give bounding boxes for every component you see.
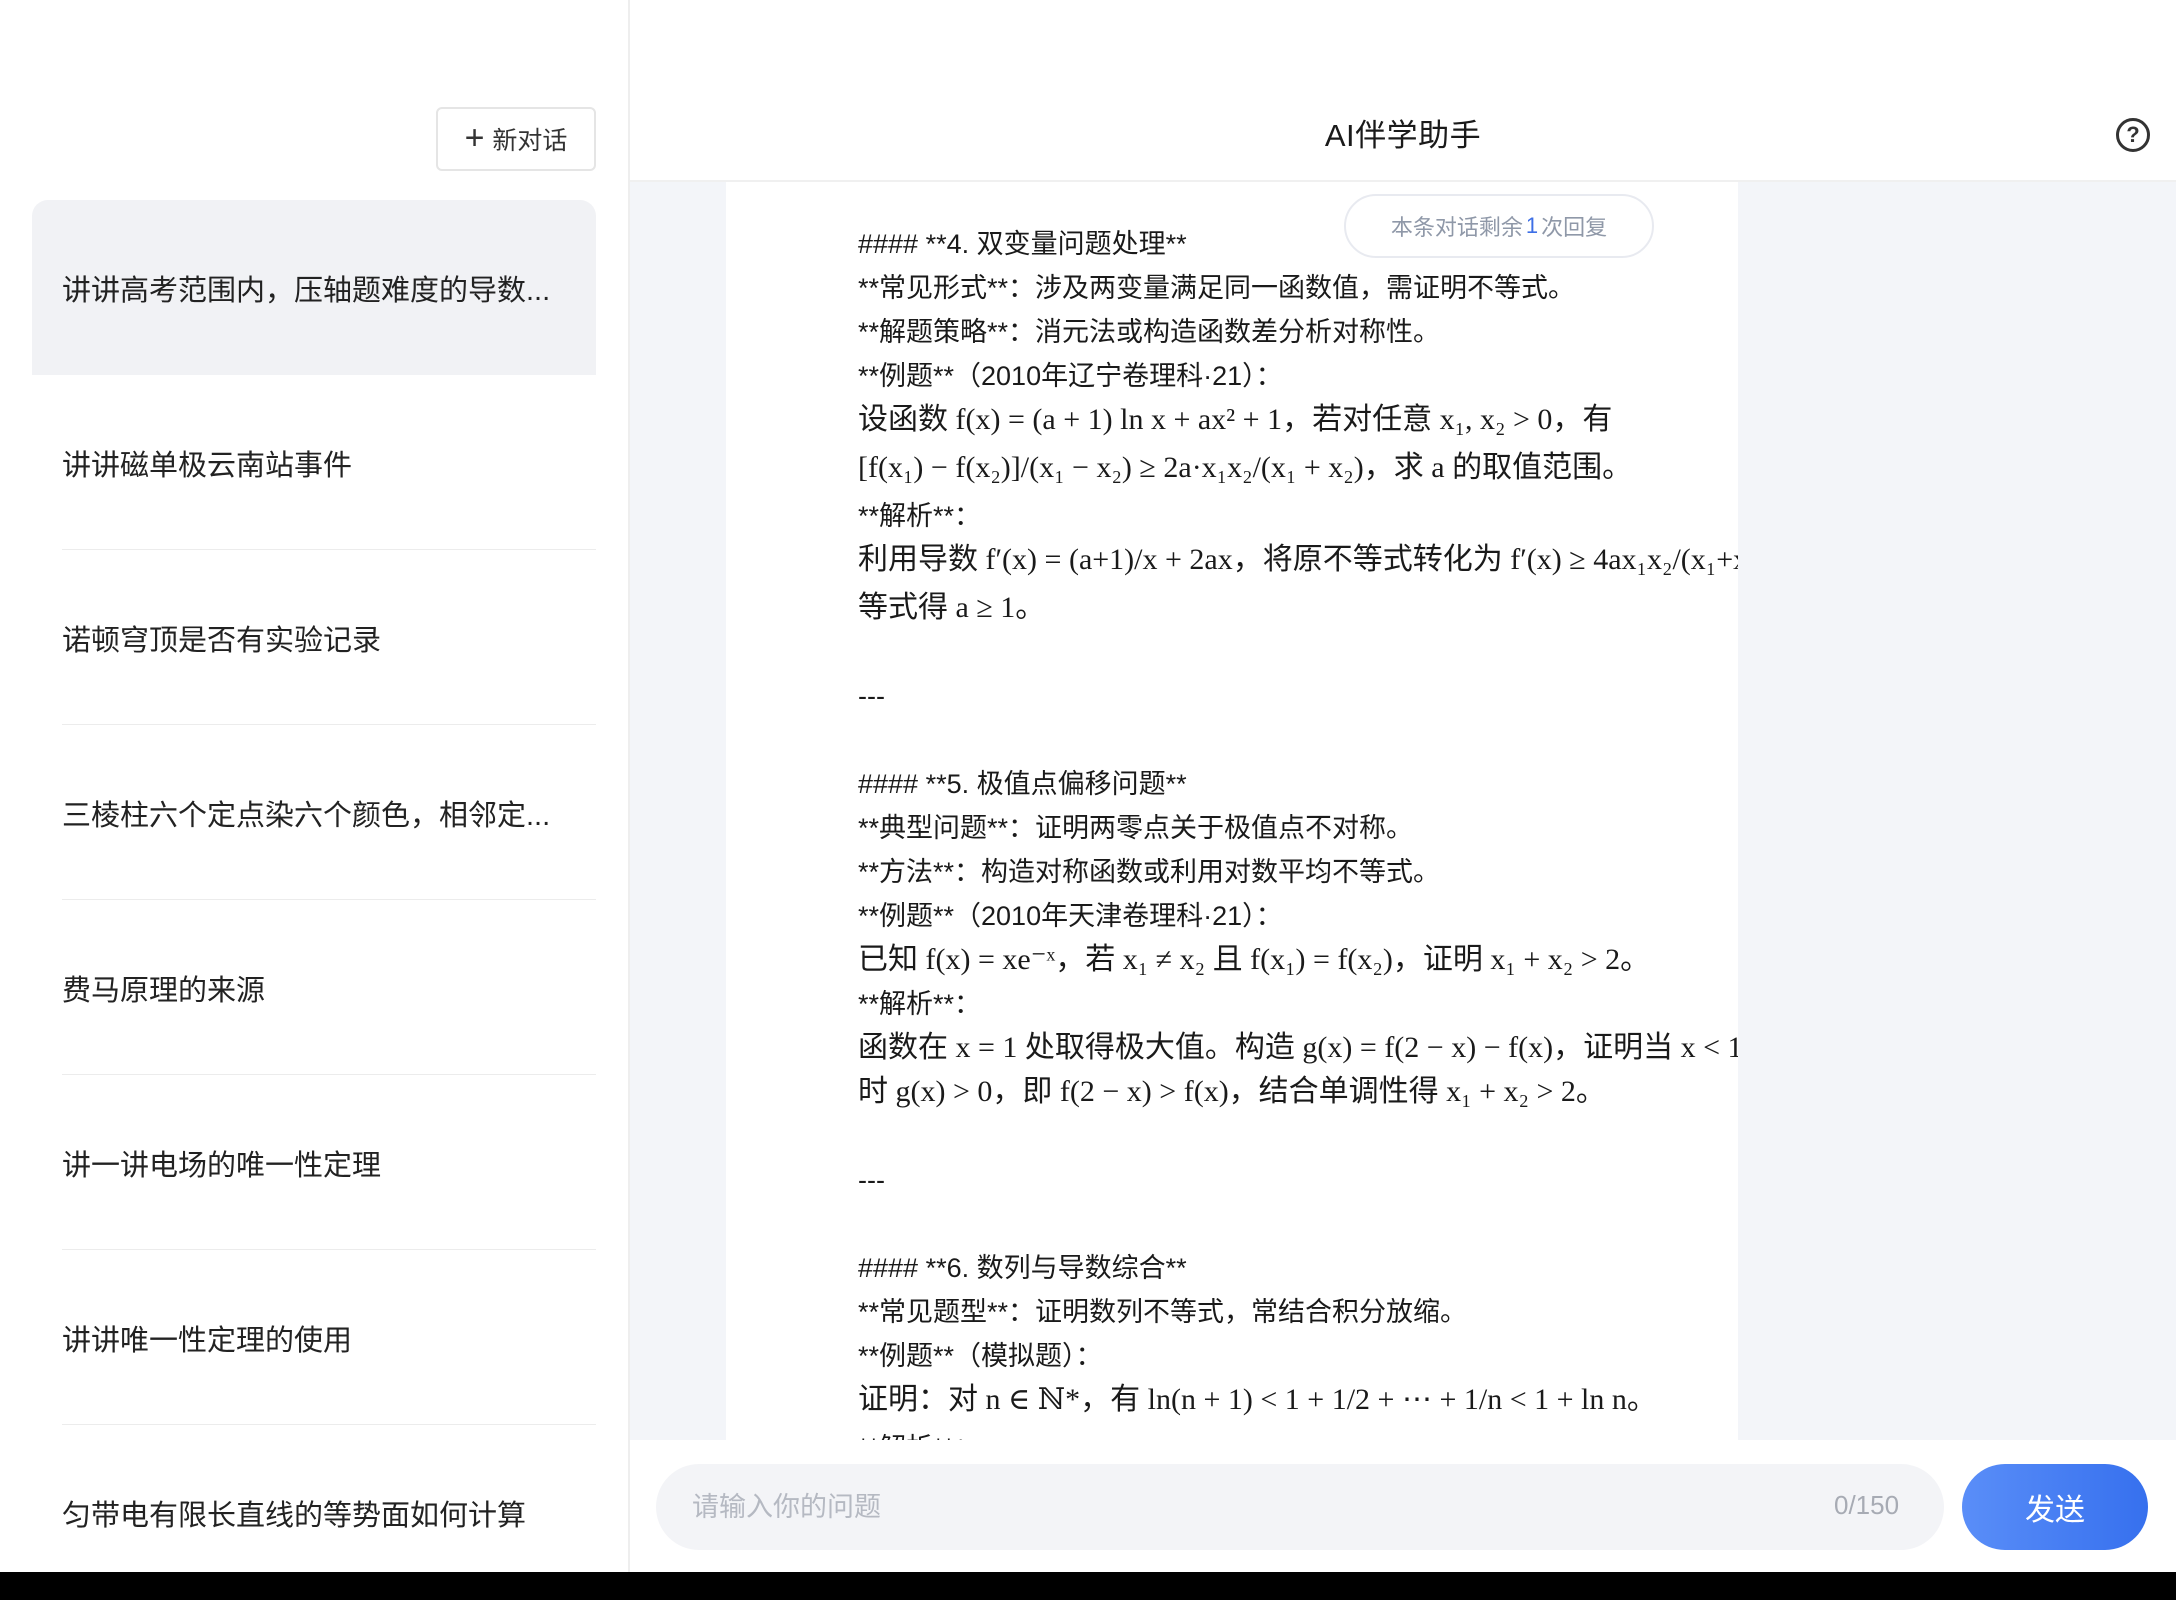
math-line: 已知 f(x) = xe⁻ˣ，若 x₁ ≠ x₂ 且 f(x₁) = f(x₂)… — [858, 943, 1651, 976]
answer-line: **解析**： — [858, 1426, 1738, 1440]
remaining-suffix: 次回复 — [1541, 215, 1608, 240]
char-counter: 0/150 — [1834, 1490, 1900, 1520]
help-icon[interactable]: ? — [2116, 118, 2150, 152]
new-chat-button[interactable]: + 新对话 — [436, 107, 596, 171]
answer-line: **方法**：构造对称函数或利用对数平均不等式。 — [858, 857, 1441, 887]
math-line: 证明：对 n ∈ ℕ*，有 ln(n + 1) < 1 + 1/2 + ⋯ + … — [858, 1383, 1657, 1416]
history-item[interactable]: 匀带电有限长直线的等势面如何计算 — [32, 1425, 596, 1572]
answer-line: **解析**： — [858, 989, 982, 1019]
send-button[interactable]: 发送 — [1962, 1464, 2148, 1550]
history-item-label: 讲讲唯一性定理的使用 — [62, 1324, 353, 1357]
answer-line: **典型问题**：证明两零点关于极值点不对称。 — [858, 813, 1414, 843]
history-item-label: 匀带电有限长直线的等势面如何计算 — [62, 1499, 527, 1532]
section-heading: #### **6. 数列与导数综合** — [858, 1253, 1187, 1283]
history-item-label: 讲一讲电场的唯一性定理 — [62, 1149, 382, 1182]
math-line: 利用导数 f′(x) = (a+1)/x + 2ax，将原不等式转化为 f′(x… — [858, 543, 1738, 576]
system-bar — [0, 1572, 2176, 1600]
section-heading: #### **5. 极值点偏移问题** — [858, 769, 1187, 799]
history-item[interactable]: 诺顿穹顶是否有实验记录 — [32, 550, 596, 725]
new-chat-label: 新对话 — [492, 127, 568, 155]
math-line: 设函数 f(x) = (a + 1) ln x + ax² + 1，若对任意 x… — [858, 403, 1613, 436]
divider: --- — [858, 681, 885, 711]
question-input[interactable] — [656, 1464, 1944, 1550]
history-item-label: 费马原理的来源 — [62, 974, 266, 1007]
history-item[interactable]: 费马原理的来源 — [32, 900, 596, 1075]
history-item-label: 三棱柱六个定点染六个颜色，相邻定... — [62, 799, 551, 832]
history-item[interactable]: 讲讲磁单极云南站事件 — [32, 375, 596, 550]
sidebar: + 新对话 讲讲高考范围内，压轴题难度的导数... 讲讲磁单极云南站事件 诺顿穹… — [0, 0, 630, 1572]
assistant-message: #### **4. 双变量问题处理** **常见形式**：涉及两变量满足同一函数… — [726, 182, 1738, 1440]
math-line: 等式得 a ≥ 1。 — [858, 591, 1046, 624]
answer-line: **例题**（2010年天津卷理科·21）： — [858, 901, 1283, 931]
divider: --- — [858, 1165, 885, 1195]
answer-line: **常见形式**：涉及两变量满足同一函数值，需证明不等式。 — [858, 273, 1576, 303]
history-item-label: 讲讲高考范围内，压轴题难度的导数... — [62, 274, 551, 307]
header: AI伴学助手 ? — [630, 0, 2176, 182]
history-item[interactable]: 讲讲高考范围内，压轴题难度的导数... — [32, 200, 596, 375]
history-item[interactable]: 三棱柱六个定点染六个颜色，相邻定... — [32, 725, 596, 900]
chat-scroll-area[interactable]: #### **4. 双变量问题处理** **常见形式**：涉及两变量满足同一函数… — [630, 182, 2176, 1440]
math-line: 时 g(x) > 0，即 f(2 − x) > f(x)，结合单调性得 x₁ +… — [858, 1075, 1606, 1108]
answer-line: **解题策略**：消元法或构造函数差分析对称性。 — [858, 317, 1441, 347]
answer-content: #### **4. 双变量问题处理** **常见形式**：涉及两变量满足同一函数… — [858, 222, 1738, 1440]
answer-line: **例题**（模拟题）： — [858, 1341, 1103, 1371]
history-item-label: 诺顿穹顶是否有实验记录 — [62, 624, 382, 657]
plus-icon: + — [464, 119, 485, 157]
conversation-history-list[interactable]: 讲讲高考范围内，压轴题难度的导数... 讲讲磁单极云南站事件 诺顿穹顶是否有实验… — [32, 200, 596, 1572]
history-item-label: 讲讲磁单极云南站事件 — [62, 449, 353, 482]
answer-line: **例题**（2010年辽宁卷理科·21）： — [858, 361, 1283, 391]
remaining-replies-badge: 本条对话剩余 1 次回复 — [1344, 194, 1654, 258]
input-bar: 0/150 发送 — [630, 1440, 2176, 1572]
history-item[interactable]: 讲一讲电场的唯一性定理 — [32, 1075, 596, 1250]
remaining-prefix: 本条对话剩余 — [1390, 215, 1523, 240]
math-line: [f(x₁) − f(x₂)]/(x₁ − x₂) ≥ 2a·x₁x₂/(x₁ … — [858, 451, 1633, 484]
page-title: AI伴学助手 — [1324, 118, 1482, 153]
history-item[interactable]: 讲讲唯一性定理的使用 — [32, 1250, 596, 1425]
answer-line: **解析**： — [858, 501, 982, 531]
answer-line: **常见题型**：证明数列不等式，常结合积分放缩。 — [858, 1297, 1468, 1327]
remaining-count: 1 — [1525, 213, 1539, 238]
math-line: 函数在 x = 1 处取得极大值。构造 g(x) = f(2 − x) − f(… — [858, 1031, 1738, 1064]
